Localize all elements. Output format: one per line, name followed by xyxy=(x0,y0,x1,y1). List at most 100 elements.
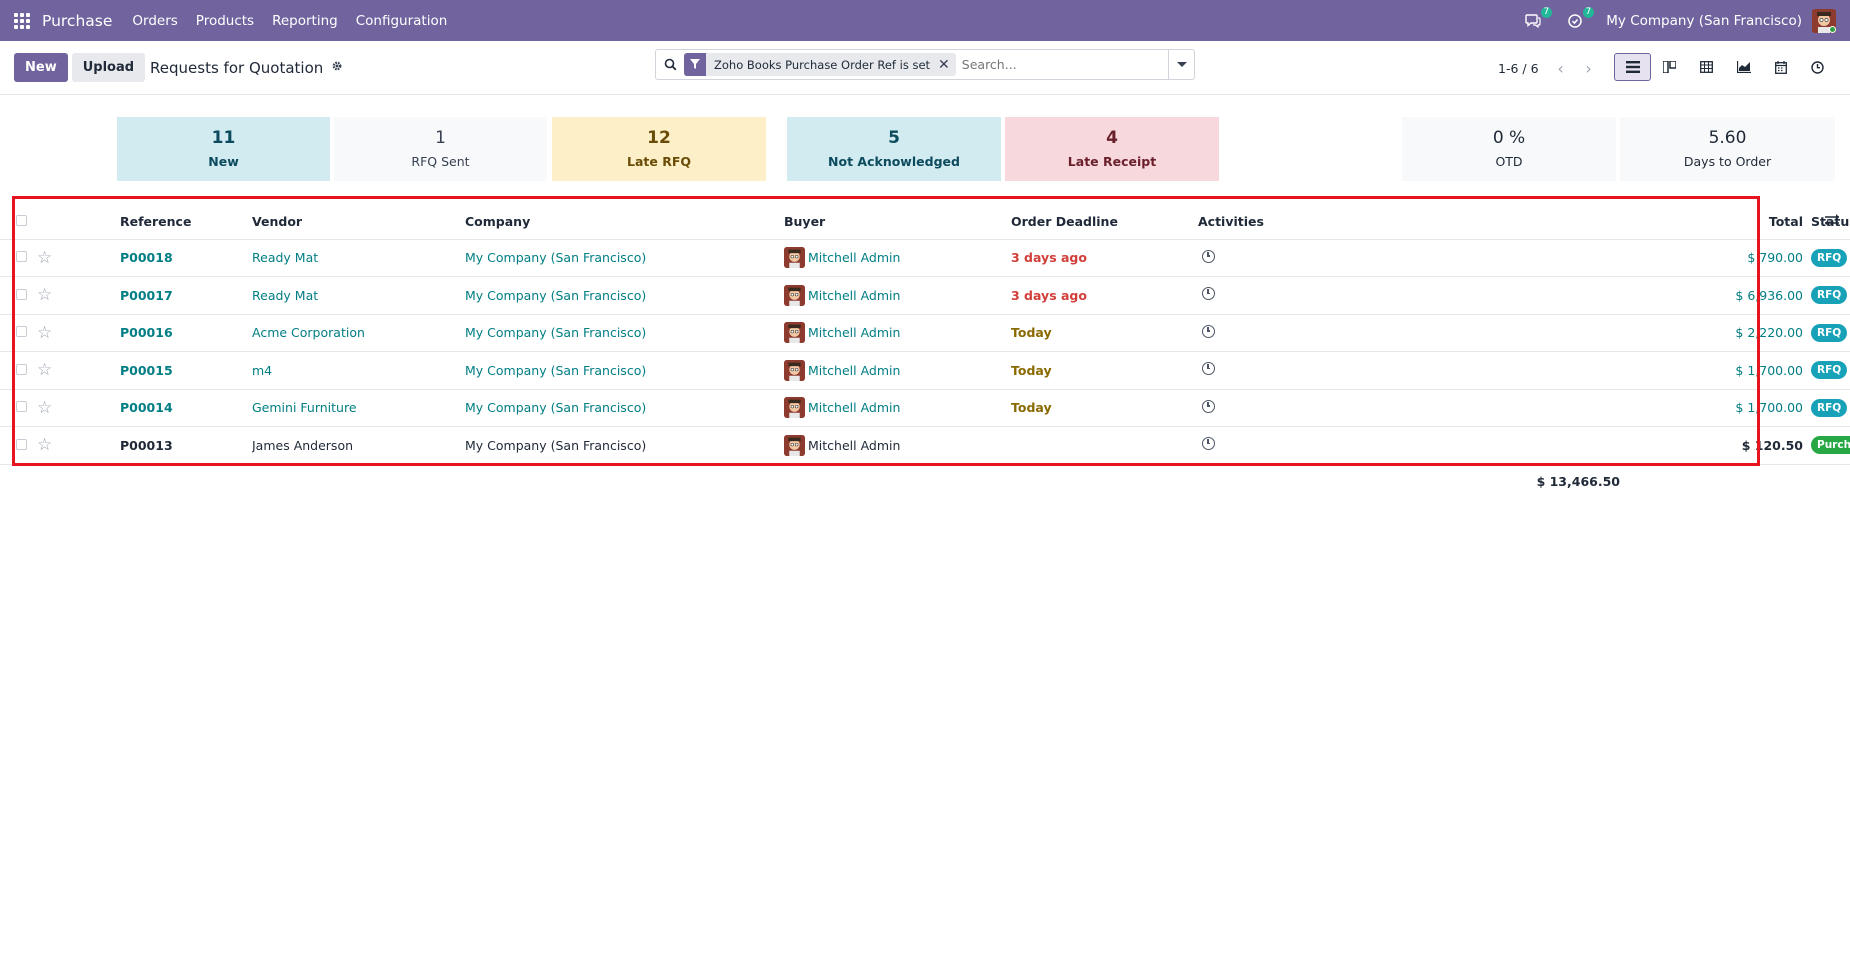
apps-grid-icon[interactable] xyxy=(14,12,30,29)
clock-icon[interactable] xyxy=(1202,249,1215,263)
star-icon[interactable]: ☆ xyxy=(37,285,52,305)
menu-configuration[interactable]: Configuration xyxy=(356,13,448,29)
rfq-list: Reference Vendor Company Buyer Order Dea… xyxy=(0,204,1850,465)
search-options-toggle[interactable] xyxy=(1168,50,1194,79)
search-icon[interactable] xyxy=(656,58,684,71)
row-buyer[interactable]: Mitchell Admin xyxy=(784,322,1011,344)
user-avatar[interactable] xyxy=(1812,8,1836,33)
close-icon[interactable]: ✕ xyxy=(936,57,956,73)
row-reference[interactable]: P00013 xyxy=(120,438,173,453)
card-late-receipt[interactable]: 4 Late Receipt xyxy=(1005,117,1219,181)
card-rfq-sent[interactable]: 1 RFQ Sent xyxy=(334,117,547,181)
col-order-deadline[interactable]: Order Deadline xyxy=(1011,204,1198,240)
row-vendor[interactable]: Ready Mat xyxy=(252,250,318,265)
avatar xyxy=(784,359,805,381)
row-order-deadline: 3 days ago xyxy=(1011,287,1087,303)
table-row[interactable]: ☆ P00015 m4 My Company (San Francisco) Mitch… xyxy=(0,351,1850,390)
star-icon[interactable]: ☆ xyxy=(37,360,52,380)
search-input[interactable] xyxy=(961,57,1162,72)
table-body: ☆ P00018 Ready Mat My Company (San Francisc… xyxy=(0,239,1850,465)
star-icon[interactable]: ☆ xyxy=(37,398,52,418)
pivot-view-icon[interactable] xyxy=(1688,53,1725,81)
row-vendor[interactable]: Gemini Furniture xyxy=(252,400,357,415)
menu-reporting[interactable]: Reporting xyxy=(272,13,338,29)
clock-icon[interactable] xyxy=(1202,437,1215,451)
col-vendor[interactable]: Vendor xyxy=(252,204,465,240)
row-reference[interactable]: P00016 xyxy=(120,325,173,340)
row-buyer[interactable]: Mitchell Admin xyxy=(784,247,1011,269)
col-buyer[interactable]: Buyer xyxy=(784,204,1011,240)
search-bar: Zoho Books Purchase Order Ref is set ✕ xyxy=(655,49,1195,80)
row-buyer[interactable]: Mitchell Admin xyxy=(784,359,1011,381)
row-company[interactable]: My Company (San Francisco) xyxy=(465,325,646,340)
row-company[interactable]: My Company (San Francisco) xyxy=(465,400,646,415)
control-panel: New Upload Requests for Quotation Zoho B… xyxy=(0,41,1850,95)
clock-check-icon[interactable]: 7 xyxy=(1564,6,1595,32)
col-reference[interactable]: Reference xyxy=(120,204,252,240)
row-checkbox[interactable] xyxy=(16,363,27,375)
upload-button[interactable]: Upload xyxy=(71,53,146,82)
row-buyer[interactable]: Mitchell Admin xyxy=(784,434,1011,456)
chevron-right-icon[interactable]: › xyxy=(1575,55,1603,81)
col-total[interactable]: Total xyxy=(1621,204,1811,240)
table-row[interactable]: ☆ P00014 Gemini Furniture My Company (San F… xyxy=(0,389,1850,427)
chevron-left-icon[interactable]: ‹ xyxy=(1547,55,1575,81)
row-vendor[interactable]: Ready Mat xyxy=(252,288,318,303)
table-row[interactable]: ☆ P00013 James Anderson My Company (San Fra… xyxy=(0,426,1850,465)
card-late-rfq[interactable]: 12 Late RFQ xyxy=(552,117,766,181)
sliders-icon[interactable] xyxy=(1825,214,1839,230)
star-icon[interactable]: ☆ xyxy=(37,248,52,268)
graph-view-icon[interactable] xyxy=(1725,53,1762,81)
row-company[interactable]: My Company (San Francisco) xyxy=(465,363,646,378)
row-reference[interactable]: P00018 xyxy=(120,250,173,265)
clock-icon[interactable] xyxy=(1202,399,1215,413)
star-icon[interactable]: ☆ xyxy=(37,323,52,343)
row-company[interactable]: My Company (San Francisco) xyxy=(465,438,646,453)
card-not-acknowledged[interactable]: 5 Not Acknowledged xyxy=(787,117,1001,181)
new-button[interactable]: New xyxy=(14,53,68,82)
clock-icon[interactable] xyxy=(1202,287,1215,301)
buyer-name: Mitchell Admin xyxy=(808,287,901,303)
table-row[interactable]: ☆ P00017 Ready Mat My Company (San Francisc… xyxy=(0,276,1850,315)
row-checkbox[interactable] xyxy=(16,288,27,300)
select-all-checkbox[interactable] xyxy=(16,214,27,226)
row-vendor[interactable]: James Anderson xyxy=(252,438,353,453)
row-reference[interactable]: P00015 xyxy=(120,363,173,378)
row-reference[interactable]: P00017 xyxy=(120,288,173,303)
filter-facet[interactable]: Zoho Books Purchase Order Ref is set ✕ xyxy=(684,53,956,76)
card-new[interactable]: 11 New xyxy=(117,117,330,181)
app-brand[interactable]: Purchase xyxy=(42,12,112,30)
chat-icon[interactable]: 7 xyxy=(1522,6,1553,32)
pager-value[interactable]: 1-6 / 6 xyxy=(1498,61,1539,76)
row-vendor[interactable]: Acme Corporation xyxy=(252,325,365,340)
clock-icon[interactable] xyxy=(1202,324,1215,338)
row-checkbox[interactable] xyxy=(16,438,27,450)
view-switcher xyxy=(1614,53,1836,81)
kanban-view-icon[interactable] xyxy=(1651,53,1688,81)
menu-products[interactable]: Products xyxy=(196,13,254,29)
row-checkbox[interactable] xyxy=(16,251,27,263)
table-row[interactable]: ☆ P00018 Ready Mat My Company (San Francisc… xyxy=(0,239,1850,277)
row-vendor[interactable]: m4 xyxy=(252,363,272,378)
row-reference[interactable]: P00014 xyxy=(120,400,173,415)
row-buyer[interactable]: Mitchell Admin xyxy=(784,397,1011,419)
col-company[interactable]: Company xyxy=(465,204,784,240)
row-checkbox[interactable] xyxy=(16,401,27,413)
company-switcher[interactable]: My Company (San Francisco) xyxy=(1606,13,1802,29)
row-buyer[interactable]: Mitchell Admin xyxy=(784,284,1011,306)
row-checkbox[interactable] xyxy=(16,326,27,338)
clock-icon[interactable] xyxy=(1202,362,1215,376)
col-activities[interactable]: Activities xyxy=(1198,204,1621,240)
table-row[interactable]: ☆ P00016 Acme Corporation My Company (San F… xyxy=(0,314,1850,352)
buyer-name: Mitchell Admin xyxy=(808,250,901,266)
row-order-deadline: Today xyxy=(1011,325,1052,341)
list-view-icon[interactable] xyxy=(1614,53,1651,81)
row-company[interactable]: My Company (San Francisco) xyxy=(465,288,646,303)
star-icon[interactable]: ☆ xyxy=(37,435,52,455)
menu-orders[interactable]: Orders xyxy=(132,13,177,29)
activity-view-icon[interactable] xyxy=(1799,53,1836,81)
gear-icon[interactable] xyxy=(331,60,343,75)
row-company[interactable]: My Company (San Francisco) xyxy=(465,250,646,265)
row-total: $ 6,936.00 xyxy=(1735,287,1803,303)
calendar-view-icon[interactable] xyxy=(1762,53,1799,81)
